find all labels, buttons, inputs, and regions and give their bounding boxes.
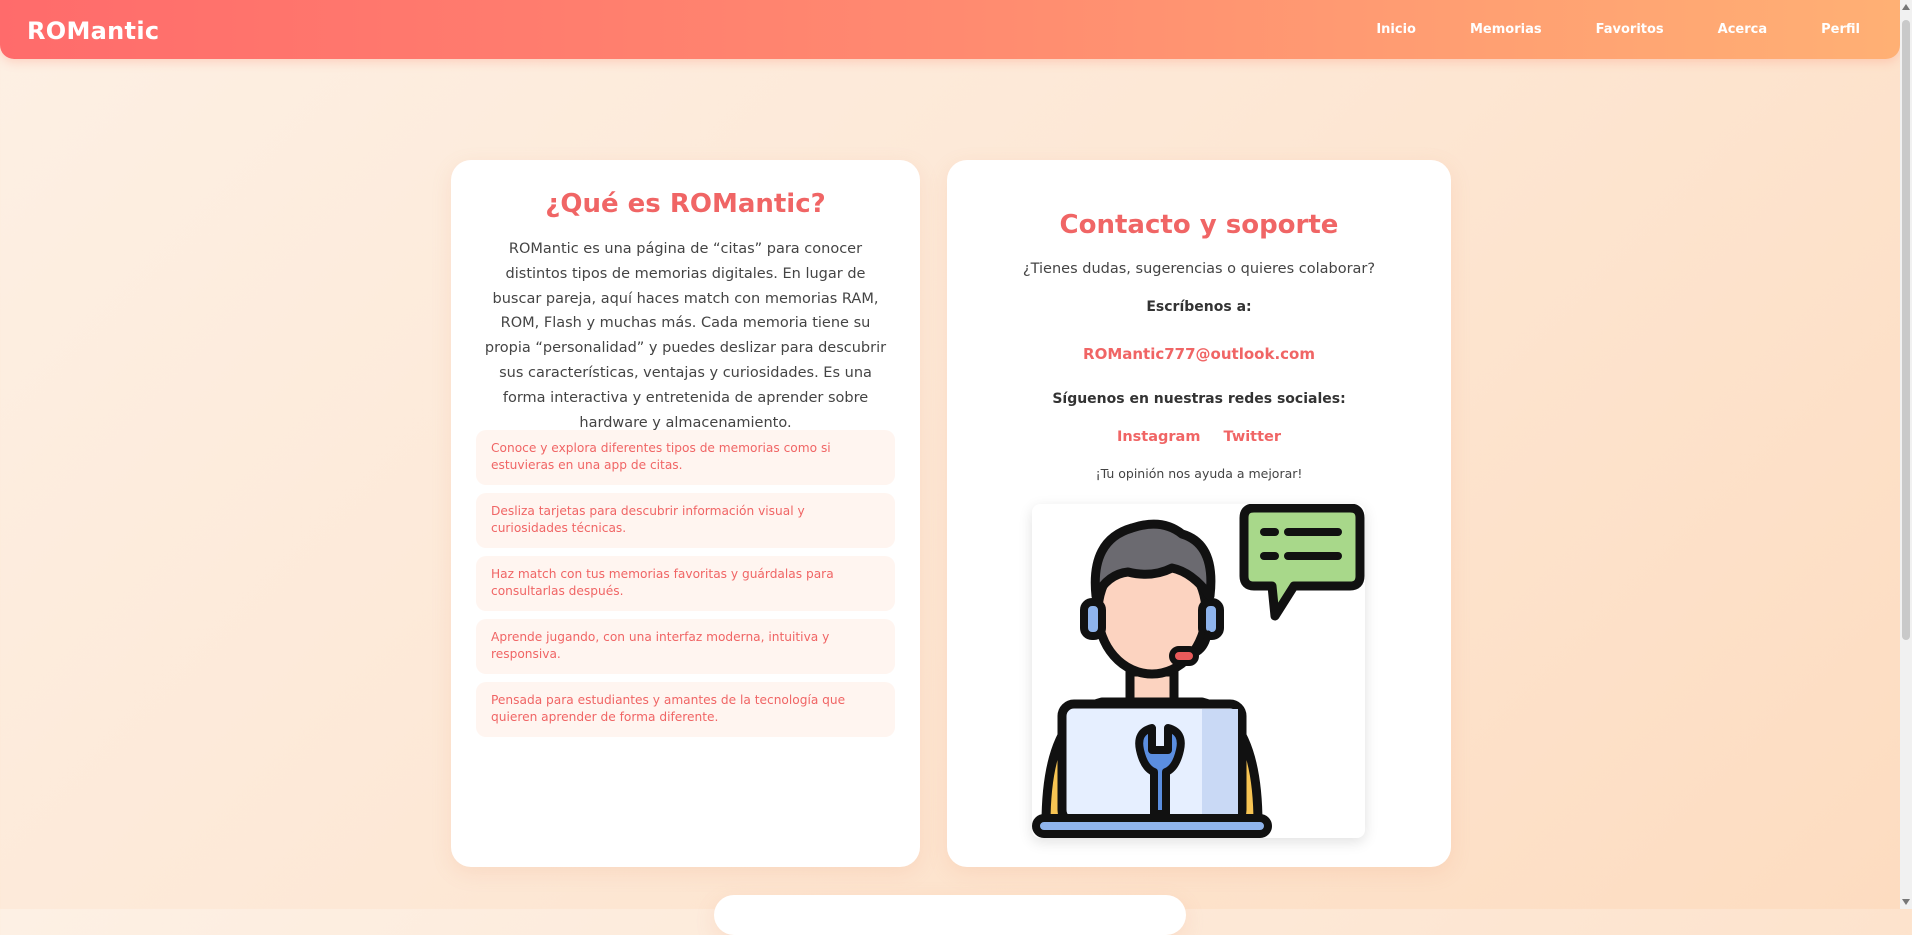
about-title: ¿Qué es ROMantic? <box>545 189 826 219</box>
feature-item: Desliza tarjetas para descubrir informac… <box>476 493 895 548</box>
nav-link-memorias[interactable]: Memorias <box>1470 22 1542 37</box>
feature-item: Haz match con tus memorias favoritas y g… <box>476 556 895 611</box>
feature-item: Pensada para estudiantes y amantes de la… <box>476 682 895 737</box>
write-label: Escríbenos a: <box>1146 299 1252 315</box>
contact-card: Contacto y soporte ¿Tienes dudas, sugere… <box>947 160 1451 867</box>
social-links: Instagram Twitter <box>947 429 1451 445</box>
support-agent-icon <box>1032 504 1365 838</box>
about-description: ROMantic es una página de “citas” para c… <box>484 241 887 431</box>
nav-link-inicio[interactable]: Inicio <box>1376 22 1416 37</box>
bottom-card <box>714 895 1186 935</box>
top-navbar: ROMantic Inicio Memorias Favoritos Acerc… <box>0 0 1900 59</box>
nav-link-perfil[interactable]: Perfil <box>1821 22 1860 37</box>
contact-email-link[interactable]: ROMantic777@outlook.com <box>947 345 1451 363</box>
contact-question: ¿Tienes dudas, sugerencias o quieres col… <box>1022 261 1376 277</box>
nav-links: Inicio Memorias Favoritos Acerca Perfil <box>1322 0 1860 59</box>
nav-link-favoritos[interactable]: Favoritos <box>1596 22 1664 37</box>
page-scrollbar[interactable] <box>1900 0 1912 909</box>
follow-label: Síguenos en nuestras redes sociales: <box>1052 391 1346 407</box>
instagram-link[interactable]: Instagram <box>1117 429 1201 445</box>
opinion-text: ¡Tu opinión nos ayuda a mejorar! <box>1095 466 1303 481</box>
feature-item: Conoce y explora diferentes tipos de mem… <box>476 430 895 485</box>
feature-list: Conoce y explora diferentes tipos de mem… <box>476 430 895 745</box>
contact-title: Contacto y soporte <box>1059 210 1339 240</box>
scroll-down-icon[interactable] <box>1902 899 1910 905</box>
feature-item: Aprende jugando, con una interfaz modern… <box>476 619 895 674</box>
scroll-thumb[interactable] <box>1902 20 1910 640</box>
brand-logo[interactable]: ROMantic <box>27 17 159 45</box>
twitter-link[interactable]: Twitter <box>1224 429 1282 445</box>
nav-link-acerca[interactable]: Acerca <box>1718 22 1767 37</box>
scroll-up-icon[interactable] <box>1902 4 1910 10</box>
about-card: ¿Qué es ROMantic? ROMantic es una página… <box>451 160 920 867</box>
